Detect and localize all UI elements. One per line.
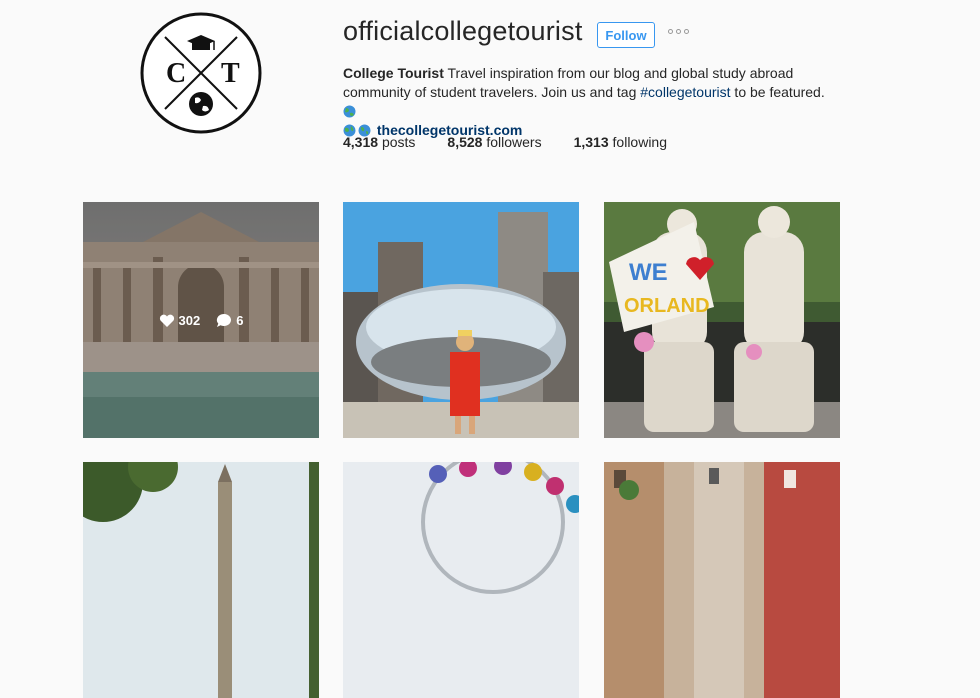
- profile-stats: 4,318 posts 8,528 followers 1,313 follow…: [343, 134, 699, 150]
- post-tile-ferris-wheel[interactable]: [343, 462, 579, 698]
- more-options-icon[interactable]: [668, 29, 689, 34]
- globe-emoji-icon: [343, 105, 356, 118]
- svg-text:ORLAND: ORLAND: [624, 295, 710, 317]
- post-tile-clock-tower[interactable]: [83, 462, 319, 698]
- bio-text-2: to be featured.: [730, 84, 825, 100]
- logo-letter-t: T: [221, 58, 240, 89]
- likes-count: 302: [159, 313, 200, 328]
- post-tile-chicago-bean[interactable]: [343, 202, 579, 438]
- post-hover-overlay: 302 6: [83, 202, 319, 438]
- post-tile-city-street[interactable]: [604, 462, 840, 698]
- logo-letter-c: C: [166, 58, 186, 89]
- profile-bio: College Tourist Travel inspiration from …: [343, 64, 843, 140]
- profile-avatar: C T: [140, 12, 262, 134]
- globe-icon: [189, 92, 213, 116]
- followers-stat[interactable]: 8,528 followers: [447, 134, 541, 150]
- comments-count: 6: [216, 313, 243, 328]
- follow-button[interactable]: Follow: [597, 22, 655, 48]
- profile-username: officialcollegetourist: [343, 16, 583, 46]
- svg-text:WE: WE: [629, 259, 668, 286]
- following-stat[interactable]: 1,313 following: [574, 134, 667, 150]
- bio-name: College Tourist: [343, 65, 444, 81]
- post-tile-statues-we-love-orlando[interactable]: WE ORLAND: [604, 202, 840, 438]
- post-tile-trevi-fountain[interactable]: 302 6: [83, 202, 319, 438]
- posts-stat[interactable]: 4,318 posts: [343, 134, 415, 150]
- bio-hashtag[interactable]: #collegetourist: [640, 84, 730, 100]
- comment-icon: [217, 313, 232, 327]
- heart-icon: [159, 314, 174, 327]
